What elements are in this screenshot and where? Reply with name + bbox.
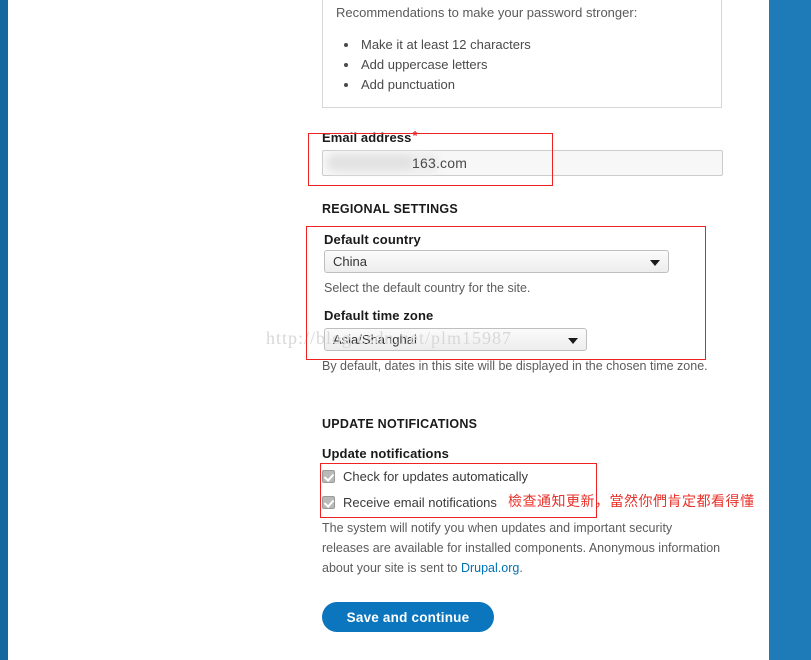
default-timezone-select[interactable]: Asia/Shanghai [324, 328, 587, 351]
drupal-org-link[interactable]: Drupal.org [461, 561, 519, 575]
save-and-continue-button[interactable]: Save and continue [322, 602, 494, 632]
password-recommendations-panel: Recommendations to make your password st… [322, 0, 722, 108]
update-notifications-label: Update notifications [322, 446, 449, 461]
chevron-down-icon [650, 260, 660, 266]
list-item: Add punctuation [359, 75, 531, 95]
checkbox-row-check-updates[interactable]: Check for updates automatically [322, 469, 528, 484]
email-visible-value: 163.com [412, 155, 468, 171]
checkbox-label: Check for updates automatically [343, 469, 528, 484]
default-country-select[interactable]: China [324, 250, 669, 273]
password-recommendations-list: Make it at least 12 characters Add upper… [337, 35, 531, 95]
email-redaction-smudge-inner [330, 156, 412, 169]
default-timezone-value: Asia/Shanghai [333, 332, 417, 347]
chevron-down-icon [568, 338, 578, 344]
checkbox-row-email-notifications[interactable]: Receive email notifications [322, 495, 497, 510]
default-timezone-label: Default time zone [324, 308, 434, 323]
left-edge-stripe [0, 0, 8, 660]
email-address-label: Email address* [322, 128, 418, 145]
checkbox-checked-icon[interactable] [322, 496, 335, 509]
list-item: Make it at least 12 characters [359, 35, 531, 55]
right-edge-band [769, 0, 811, 660]
regional-settings-heading: REGIONAL SETTINGS [322, 202, 458, 216]
default-country-value: China [333, 254, 367, 269]
annotation-note-chinese: 檢查通知更新，當然你們肯定都看得懂 [508, 494, 755, 510]
password-recommendations-title: Recommendations to make your password st… [336, 5, 638, 20]
checkbox-label: Receive email notifications [343, 495, 497, 510]
update-notifications-heading: UPDATE NOTIFICATIONS [322, 417, 478, 431]
default-timezone-help: By default, dates in this site will be d… [322, 359, 708, 373]
required-asterisk: * [412, 128, 418, 143]
default-country-help: Select the default country for the site. [324, 281, 531, 295]
email-address-label-text: Email address [322, 130, 412, 145]
update-help-text-after: . [519, 561, 523, 575]
checkbox-checked-icon[interactable] [322, 470, 335, 483]
default-country-label: Default country [324, 232, 421, 247]
list-item: Add uppercase letters [359, 55, 531, 75]
update-notifications-help: The system will notify you when updates … [322, 518, 722, 578]
